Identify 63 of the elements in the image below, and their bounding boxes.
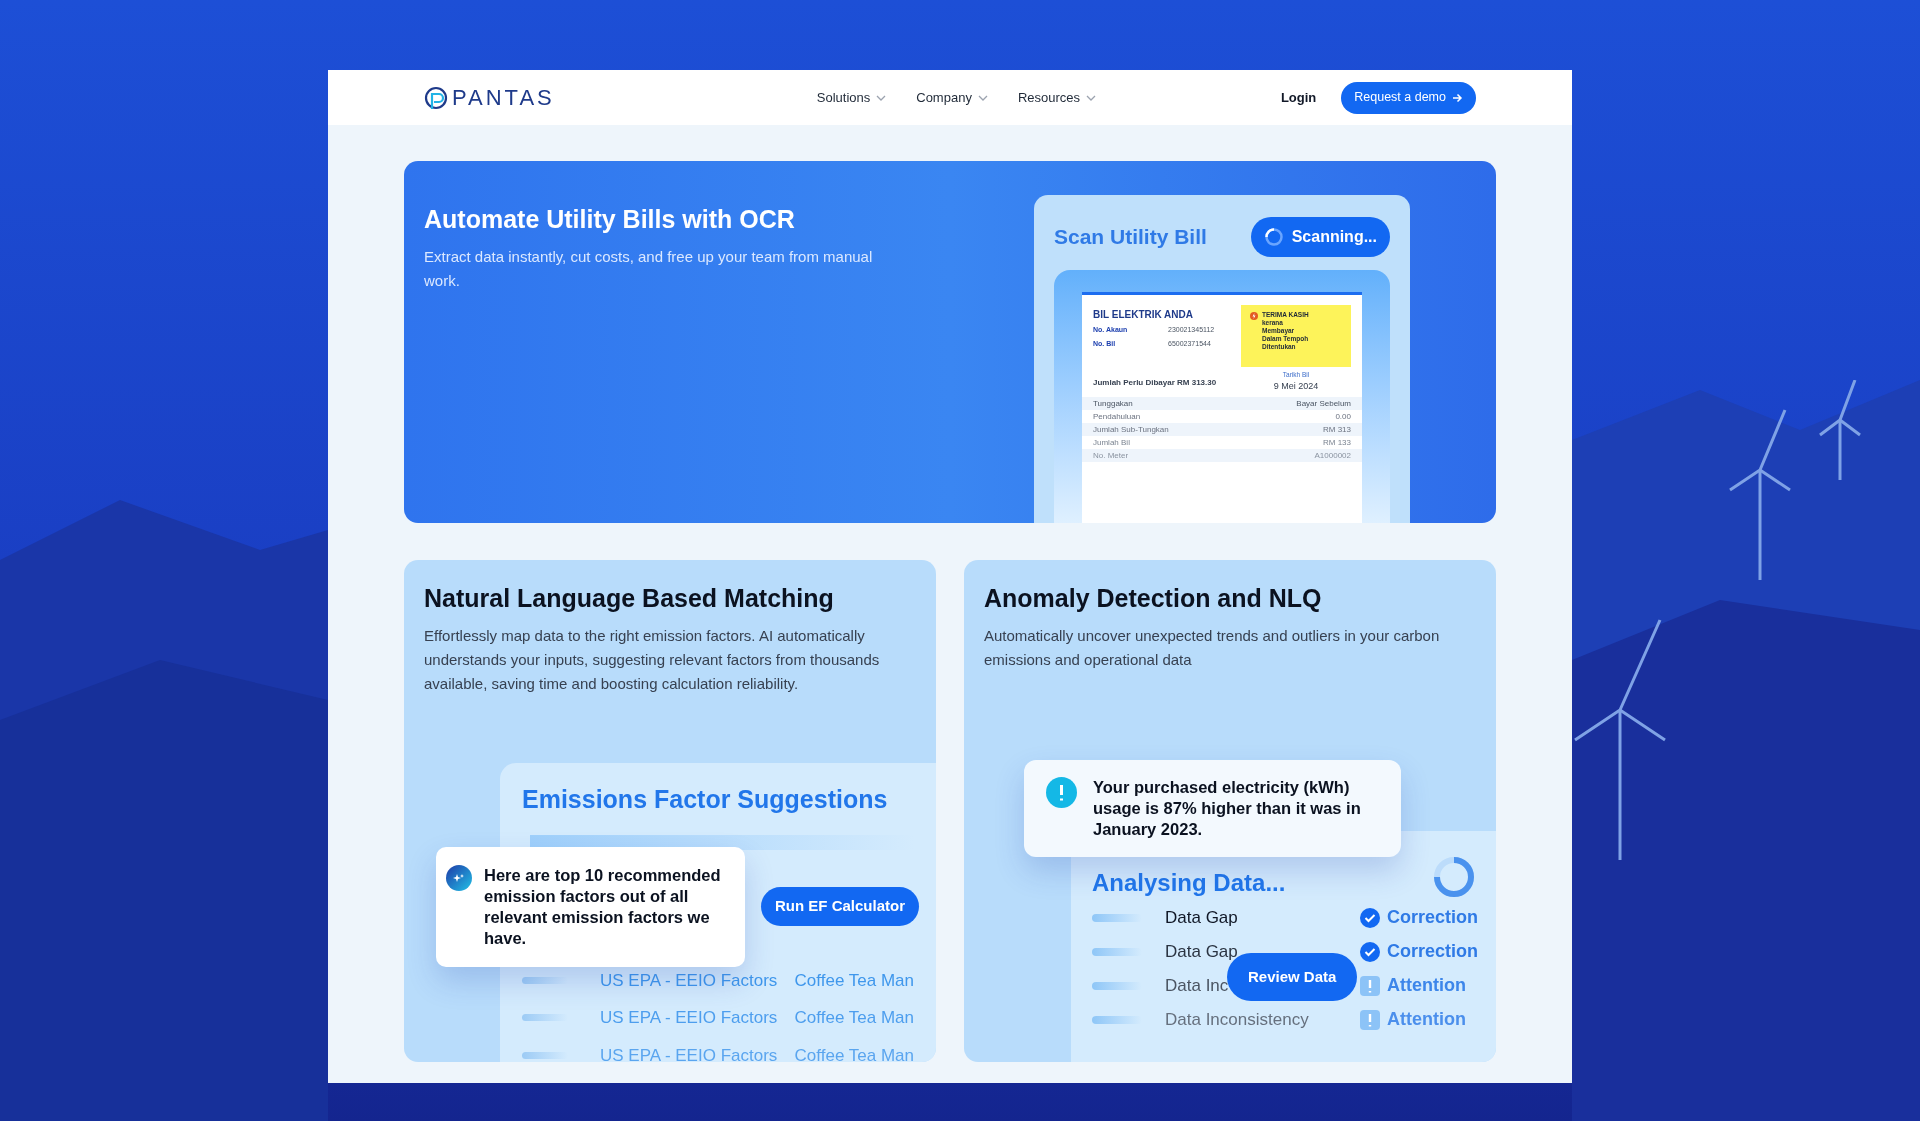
logo-icon xyxy=(423,84,449,111)
nav-menu-item[interactable]: Resources xyxy=(1017,87,1097,108)
factor-source: US EPA - EEIO Factors xyxy=(600,1045,778,1062)
issue-status: Correction xyxy=(1387,940,1478,963)
placeholder-bar xyxy=(522,1051,568,1059)
login-link[interactable]: Login xyxy=(1280,87,1317,108)
issue-status: Attention xyxy=(1387,1008,1466,1031)
amount-due: Jumlah Perlu Dibayar RM 313.30 xyxy=(1093,377,1218,390)
card-description: Effortlessly map data to the right emission factors. AI automatically understands your inputs, suggesting relevant factors from thousands available, saving time and boosting calculation reliability. xyxy=(424,625,881,694)
card-title: Natural Language Based Matching xyxy=(424,583,835,614)
bill-heading: BIL ELEKTRIK ANDA xyxy=(1093,308,1194,322)
bill-row-label: No. Meter xyxy=(1093,449,1129,462)
placeholder-bar xyxy=(1092,1015,1142,1024)
issue-label: Data Inc xyxy=(1165,975,1229,995)
request-demo-button[interactable]: Request a demo xyxy=(1341,81,1476,114)
factor-name: Coffee Tea Man xyxy=(794,1007,914,1029)
factor-name: Coffee Tea Man xyxy=(794,969,914,992)
lightning-icon xyxy=(1249,311,1259,321)
exclamation-icon xyxy=(1360,1009,1380,1030)
placeholder-bar xyxy=(1092,913,1142,922)
placeholder-bar xyxy=(522,976,568,984)
bill-row-value: Bayar Sebelum xyxy=(1296,397,1351,410)
bill-row-label: Jumlah Sub-Tungkan xyxy=(1093,423,1169,436)
factor-source: US EPA - EEIO Factors xyxy=(600,1008,778,1027)
sparkle-icon xyxy=(446,865,472,891)
exclamation-icon xyxy=(1360,975,1380,996)
check-circle-icon xyxy=(1360,907,1380,928)
spinner-icon xyxy=(1432,855,1476,899)
panel-title: Emissions Factor Suggestions xyxy=(522,784,889,815)
arrow-right-icon xyxy=(1452,92,1463,103)
alert-message: Your purchased electricity (kWh) usage is 87% higher than it was in January 2023. xyxy=(1093,777,1362,840)
issue-label: Data Inconsistency xyxy=(1165,1009,1309,1029)
card-description: Extract data instantly, cut costs, and free up your team from manual work. xyxy=(424,246,874,291)
card-title: Anomaly Detection and NLQ xyxy=(984,583,1323,614)
issue-label: Data Gap xyxy=(1165,907,1238,927)
nav-menu-item[interactable]: Solutions xyxy=(816,87,887,108)
chat-message: Here are top 10 recommended emission factors out of all relevant emission factors we have. xyxy=(484,865,722,949)
bill-row-value: RM 133 xyxy=(1323,436,1351,449)
spinner-icon xyxy=(1263,227,1284,247)
check-circle-icon xyxy=(1360,941,1380,962)
bill-row-value: RM 313 xyxy=(1323,423,1351,436)
run-calculator-button[interactable]: Run EF Calculator xyxy=(761,887,919,926)
placeholder-bar xyxy=(522,1014,568,1022)
card-description: Automatically uncover unexpected trends and outliers in your carbon emissions and operational data xyxy=(984,625,1441,670)
bill-row-label: Tunggakan xyxy=(1093,397,1133,410)
issue-status: Correction xyxy=(1387,906,1478,929)
bill-row-label: Pendahuluan xyxy=(1093,410,1141,423)
bill-date: 9 Mei 2024 xyxy=(1273,379,1319,393)
card-title: Automate Utility Bills with OCR xyxy=(424,204,796,235)
nav-menu-item[interactable]: Company xyxy=(916,87,988,108)
placeholder-bar xyxy=(1092,981,1142,990)
factor-source: US EPA - EEIO Factors xyxy=(600,970,778,990)
alert-icon xyxy=(1046,777,1077,808)
placeholder-bar xyxy=(1092,947,1142,956)
scan-title: Scan Utility Bill xyxy=(1054,224,1207,251)
bill-row-value: 0.00 xyxy=(1335,410,1351,423)
bill-row-value: A1000002 xyxy=(1314,449,1351,462)
logo-text: PANTAS xyxy=(452,84,555,112)
issue-status: Attention xyxy=(1387,974,1466,997)
bill-row-label: Jumlah Bil xyxy=(1093,436,1130,449)
panel-title: Analysing Data... xyxy=(1092,868,1286,898)
factor-name: Coffee Tea Man xyxy=(794,1044,914,1062)
scanning-button[interactable]: Scanning... xyxy=(1250,217,1390,257)
